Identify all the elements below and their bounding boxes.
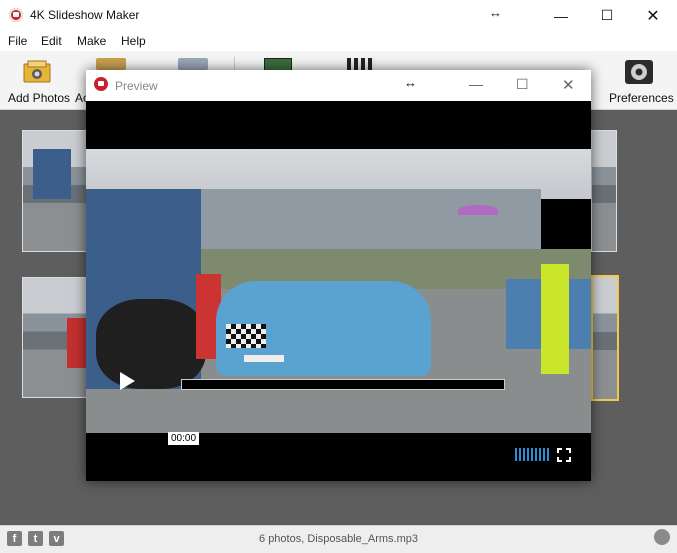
menu-make[interactable]: Make [77, 34, 106, 48]
marshal-hi-vis [541, 264, 569, 374]
fullscreen-icon[interactable] [557, 448, 571, 462]
add-photos-label: Add Photos [8, 91, 71, 105]
licence-plate [244, 355, 284, 362]
umbrella [458, 205, 498, 215]
preview-title: Preview [115, 79, 158, 93]
tractor-wheels [96, 299, 206, 389]
menu-help[interactable]: Help [121, 34, 146, 48]
play-icon[interactable] [120, 372, 135, 390]
checkered-decal [226, 324, 266, 348]
preview-dialog: Preview ↔ — ☐ ✕ [86, 70, 591, 481]
grandstand-wall [201, 189, 541, 251]
resize-cursor-icon: ↔ [489, 5, 502, 20]
minimize-button[interactable]: — [538, 0, 584, 31]
close-button[interactable]: ✕ [630, 0, 676, 31]
seek-bar[interactable] [181, 379, 505, 390]
app-logo-icon [9, 8, 23, 22]
photo-thumbnail-6-selected[interactable] [591, 275, 619, 401]
tractor-shape [33, 149, 71, 199]
add-photos-button[interactable]: Add Photos [0, 55, 72, 107]
menu-file[interactable]: File [8, 34, 27, 48]
status-text: 6 photos, Disposable_Arms.mp3 [259, 533, 418, 545]
time-tooltip: 00:00 [168, 432, 200, 445]
globe-icon[interactable] [654, 529, 670, 545]
preview-minimize-button[interactable]: — [469, 76, 483, 92]
preferences-button[interactable]: Preferences [605, 55, 674, 107]
add-photos-icon [23, 60, 51, 83]
folder-icon [96, 58, 126, 70]
window-title: 4K Slideshow Maker [30, 8, 140, 22]
preview-app-icon [94, 77, 108, 91]
resize-cursor-icon: ↔ [404, 75, 417, 90]
photo-folder-icon [178, 58, 208, 70]
photo-thumbnail-3[interactable] [591, 130, 617, 252]
photo-thumbnail-4[interactable] [22, 277, 88, 398]
clapperboard-icon [347, 58, 375, 70]
menu-edit[interactable]: Edit [41, 34, 62, 48]
preview-close-button[interactable]: ✕ [562, 76, 575, 94]
car-shape [67, 318, 87, 368]
photo-thumbnail-1[interactable] [22, 130, 88, 252]
maximize-button[interactable]: ☐ [584, 0, 630, 31]
video-frame[interactable] [86, 149, 591, 433]
preferences-label: Preferences [609, 91, 674, 105]
preview-maximize-button[interactable]: ☐ [516, 76, 529, 93]
toolbar-divider [234, 57, 235, 71]
preferences-icon [625, 60, 653, 84]
volume-slider[interactable] [515, 448, 549, 461]
